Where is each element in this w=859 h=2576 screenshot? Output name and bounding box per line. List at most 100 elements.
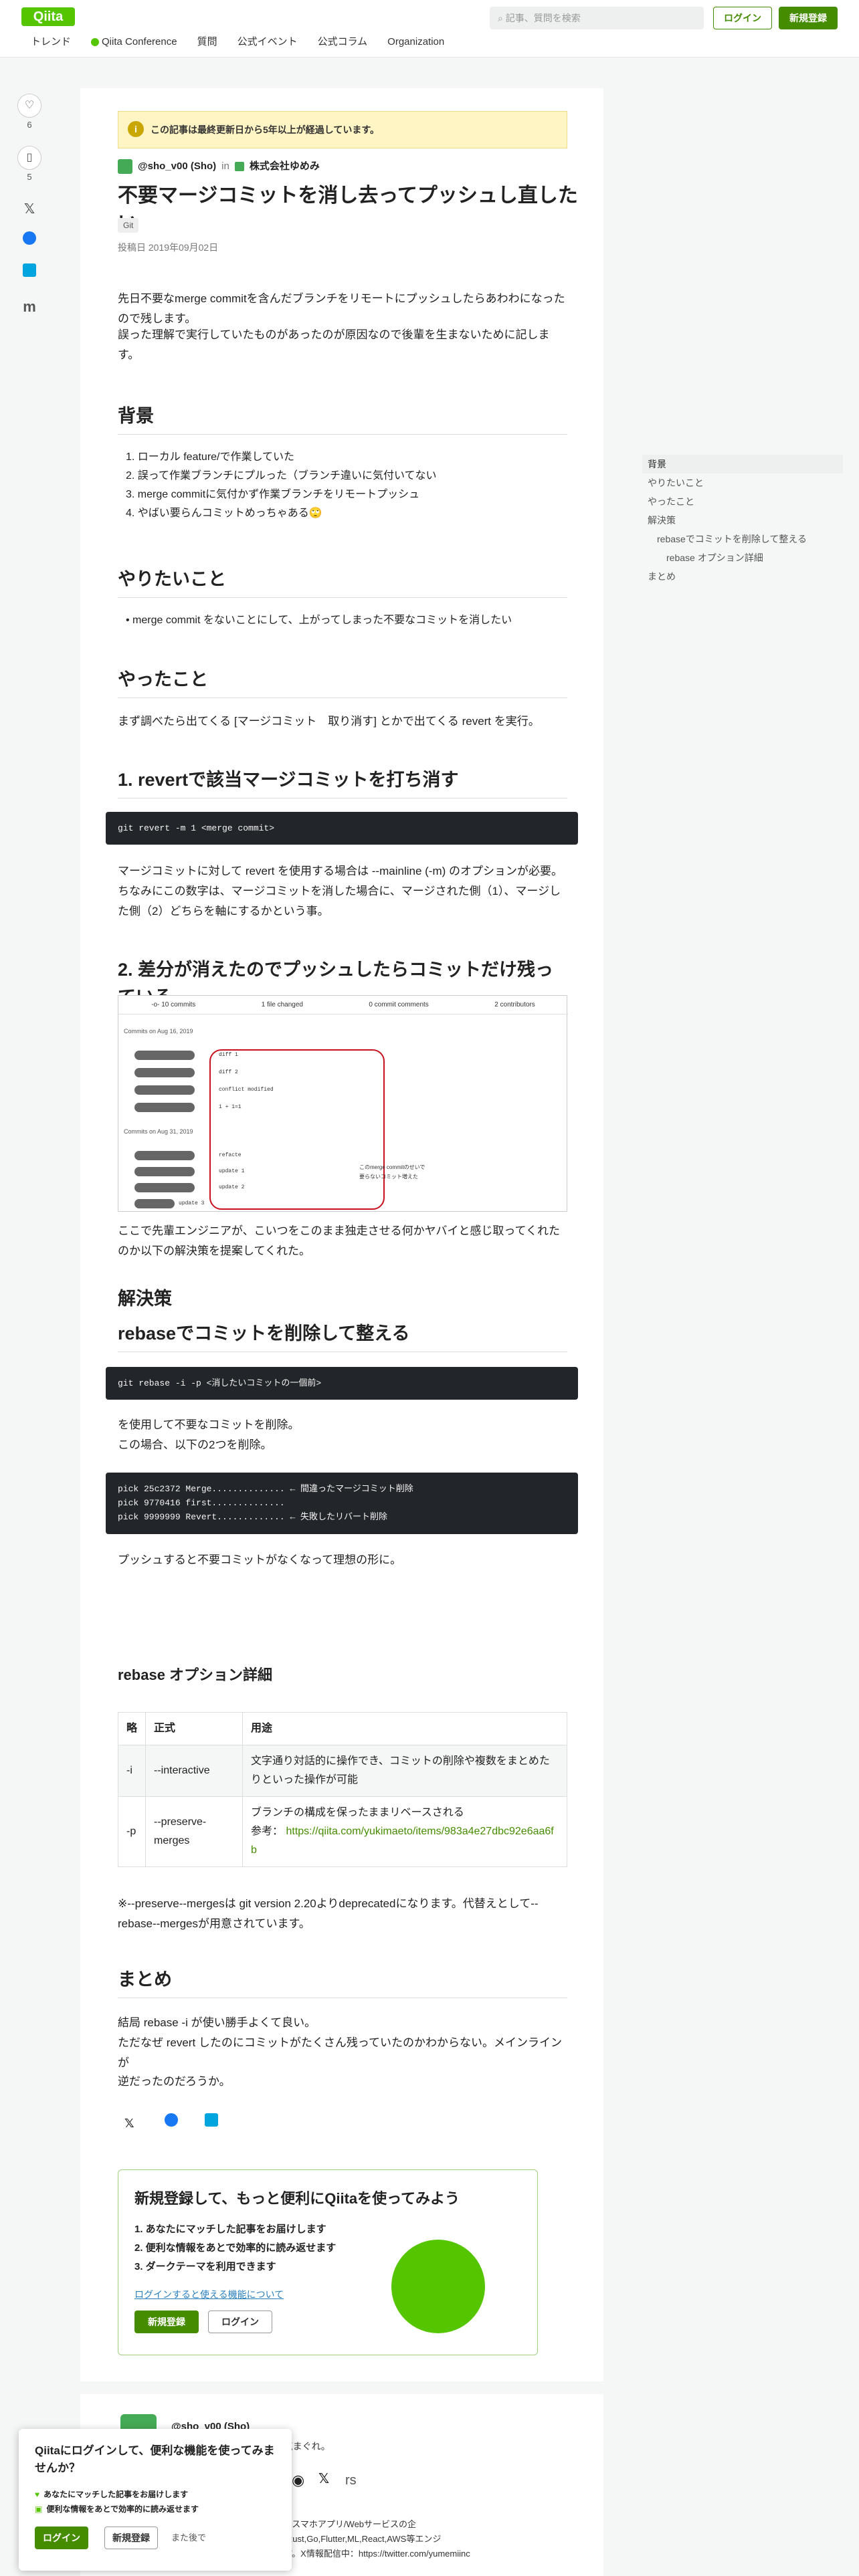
login-prompt-popup: Qiitaにログインして、便利な機能を使ってみませんか？ ♥ あなたにマッチした記… [19,2429,292,2571]
rebase-text-1: を使用して不要なコミットを削除。 [118,1418,300,1431]
author-avatar[interactable] [118,159,132,175]
toc-item[interactable]: 背景 [642,455,843,473]
toc-item[interactable]: rebaseでコミットを削除して整える [642,530,843,548]
popup-signup-button[interactable]: 新規登録 [104,2527,158,2549]
commit-author-pill [134,1183,195,1192]
nav-columns[interactable]: 公式コラム [318,33,368,51]
summary-line-3: 逆だったのだろうか。 [118,2075,231,2088]
commit-date-2: Commits on Aug 31, 2019 [124,1128,193,1135]
want-list: • merge commit をないことにして、上がってしまった不要なコミットを… [118,611,567,630]
stock-action[interactable]: ▯ 5 [17,146,41,185]
reference-link[interactable]: https://qiita.com/yukimaeto/items/983a4e… [251,1826,554,1856]
like-count: 6 [27,120,32,130]
github-icon[interactable]: ◉ [292,2468,304,2494]
tag-git[interactable]: Git [118,218,139,233]
facebook-share-icon[interactable] [17,231,41,245]
signup-button[interactable]: 新規登録 [779,7,838,29]
hatena-share-icon[interactable] [17,263,41,277]
author-line: @sho_v00 (Sho) in 株式会社ゆめみ [118,158,320,175]
shot-tabs: -o- 10 commits 1 file changed 0 commit c… [118,996,568,1014]
more-icon[interactable]: m [17,294,41,320]
toc-item[interactable]: やったこと [642,492,843,511]
list-item: 2. 誤って作業ブランチにプルった（ブランチ違いに気付いてない [126,470,437,481]
post-date: 投稿日 2019年09月02日 [118,242,219,253]
heading-want: やりたいこと [118,566,567,598]
heading-summary: まとめ [118,1966,567,1998]
code-block-pick: pick 25c2372 Merge.............. ← 間違ったマ… [106,1473,578,1534]
list-item: 3. merge commitに気付かず作業ブランチをリモートプッシュ [126,489,420,500]
toc-item[interactable]: 解決策 [642,511,843,530]
commit-msg: update 3 [179,1200,205,1206]
heading-background: 背景 [118,403,567,435]
revert-text-2: ちなみにこの数字は、マージコミットを消した場合に、マージされた側（1）、マージし… [118,885,561,918]
table-row: -i --interactive 文字通り対話的に操作でき、コミットの削除や複数… [117,1745,567,1797]
like-action[interactable]: ♡ 6 [17,94,41,133]
hatena-share-icon[interactable] [205,2113,218,2127]
stock-icon[interactable]: ▯ [17,146,41,170]
x-share-icon[interactable]: 𝕏 [17,198,41,221]
cta-login-button[interactable]: ログイン [208,2311,272,2333]
cta-item: 1. あなたにマッチした記事をお届けします [134,2224,326,2235]
main-nav: トレンド Qiita Conference 質問 公式イベント 公式コラム Or… [31,33,444,51]
cta-features-link[interactable]: ログインすると使える機能について [134,2286,284,2303]
nav-conference[interactable]: Qiita Conference [91,33,177,51]
background-list: 1. ローカル feature/で作業していた 2. 誤って作業ブランチにプルっ… [118,448,567,523]
options-table: 略 正式 用途 -i --interactive 文字通り対話的に操作でき、コミ… [117,1712,567,1867]
highlight-box [209,1049,385,1210]
facebook-share-icon[interactable] [165,2113,178,2127]
popup-item: ♥ あなたにマッチした記事をお届けします [35,2488,188,2502]
heading-rebase: rebaseでコミットを削除して整える [118,1320,567,1352]
code-block-revert: git revert -m 1 <merge commit> [106,812,578,845]
qiita-logo[interactable]: Qiita [21,7,75,26]
org-icon [234,162,244,172]
summary-line-1: 結局 rebase -i が使い勝手よくて良い。 [118,2016,316,2029]
shot-note-1: このmerge commitのせいで 要らないコミット増えた [359,1164,425,1180]
cta-item: 2. 便利な情報をあとで効率的に読み返せます [134,2242,337,2254]
popup-later-button[interactable]: また後で [171,2531,206,2546]
search-input[interactable]: ⌕ 記事、質問を検索 [490,7,704,29]
cta-item: 3. ダークテーマを利用できます [134,2261,276,2272]
popup-login-button[interactable]: ログイン [35,2527,88,2549]
toc-item[interactable]: やりたいこと [642,473,843,492]
commit-date-1: Commits on Aug 16, 2019 [124,1028,193,1035]
heart-icon: ♥ [35,2490,40,2499]
list-item: 4. やばい要らんコミットめっちゃある🙄 [126,508,322,519]
deprecated-note: ※--preserve--mergesは git version 2.20よりd… [118,1897,539,1930]
code-block-rebase: git rebase -i -p <消したいコミットの一個前> [106,1367,578,1400]
toc-item[interactable]: まとめ [642,567,843,586]
toc-item[interactable]: rebase オプション詳細 [642,548,843,567]
rebase-text-2: この場合、以下の2つを削除。 [118,1438,272,1451]
heart-icon[interactable]: ♡ [17,94,41,118]
popup-item: ▣ 便利な情報をあとで効率的に読み返せます [35,2502,199,2516]
cta-signup-button[interactable]: 新規登録 [134,2311,199,2333]
org-name[interactable]: 株式会社ゆめみ [250,158,320,175]
commit-author-pill [134,1068,195,1077]
commit-author-pill [134,1151,195,1160]
intro-line-1: 先日不要なmerge commitを含んだブランチをリモートにプッシュしたらあわ… [118,292,565,325]
x-share-icon[interactable]: 𝕏 [124,2113,134,2135]
handle-text: rs [345,2473,357,2488]
nav-events[interactable]: 公式イベント [237,33,298,51]
table-header: 略 正式 用途 [117,1712,567,1745]
push-text: プッシュすると不要コミットがなくなって理想の形に。 [118,1553,402,1566]
nav-questions[interactable]: 質問 [197,33,217,51]
nav-trend[interactable]: トレンド [31,33,71,51]
table-row: -p --preserve-merges ブランチの構成を保ったままリベースされ… [117,1796,567,1867]
signup-cta: 新規登録して、もっと便利にQiitaを使ってみよう 1. あなたにマッチした記事… [118,2169,538,2355]
did-text: まず調べたら出てくる [マージコミット 取り消す] とかで出てくる revert… [118,715,540,728]
heading-solution: 解決策 [118,1289,172,1309]
revert-text-1: マージコミットに対して revert を使用する場合は --mainline (… [118,865,563,877]
top-navbar: Qiita トレンド Qiita Conference 質問 公式イベント 公式… [0,0,859,58]
info-icon: i [128,121,144,137]
table-of-contents: 背景 やりたいこと やったこと 解決策 rebaseでコミットを削除して整える … [642,455,843,586]
commit-author-pill [134,1085,195,1095]
heading-options: rebase オプション詳細 [118,1667,273,1683]
login-button[interactable]: ログイン [713,7,772,29]
author-name[interactable]: @sho_v00 (Sho) [138,158,216,175]
search-icon: ⌕ [498,13,506,23]
nav-organization[interactable]: Organization [387,33,444,51]
intro-line-2: 誤った理解で実行していたものがあったのが原因なので後輩を生まないために記します。 [118,328,550,361]
commits-screenshot: -o- 10 commits 1 file changed 0 commit c… [118,995,568,1212]
x-icon[interactable]: 𝕏 [318,2468,329,2491]
list-item: 1. ローカル feature/で作業していた [126,451,295,463]
